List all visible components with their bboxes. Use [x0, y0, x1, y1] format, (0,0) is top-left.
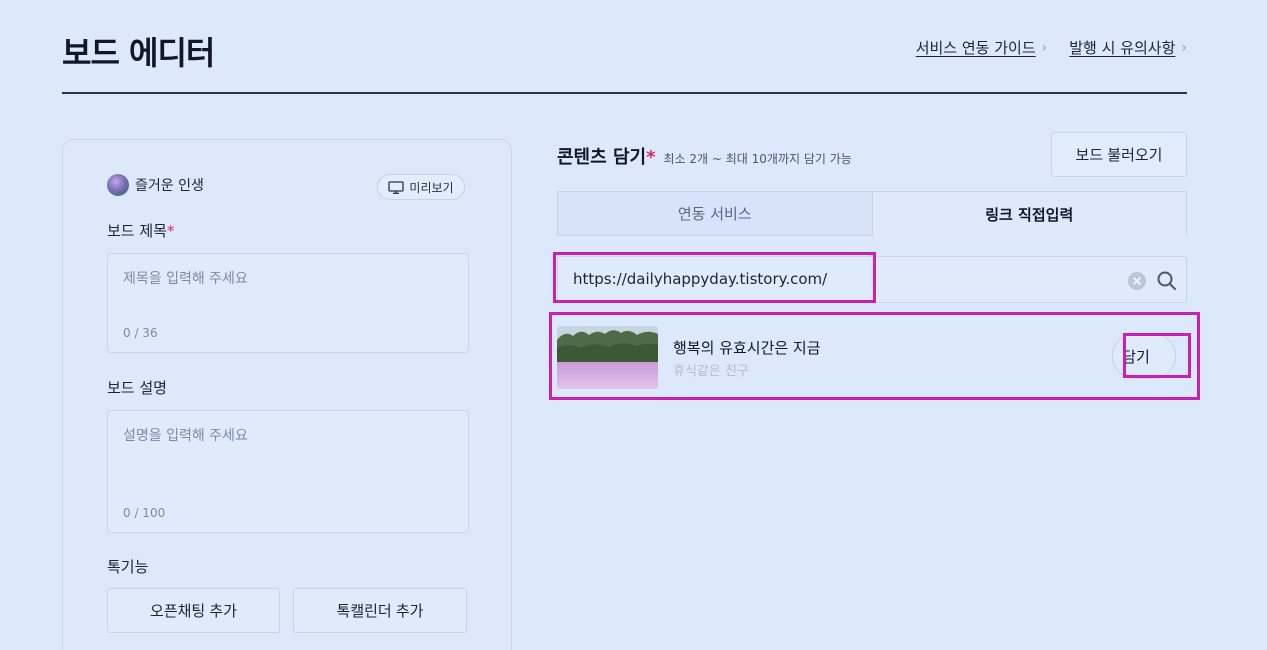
- contents-title-text: 콘텐츠 담기: [557, 147, 647, 168]
- clear-icon[interactable]: [1128, 272, 1146, 290]
- avatar: [107, 174, 129, 196]
- header-divider: [62, 92, 1187, 94]
- contents-tabs: 연동 서비스 링크 직접입력: [557, 191, 1187, 236]
- contents-title: 콘텐츠 담기*: [557, 143, 656, 169]
- board-title-placeholder: 제목을 입력해 주세요: [123, 271, 248, 287]
- page-title: 보드 에디터: [62, 34, 215, 72]
- add-open-chat-button[interactable]: 오픈채팅 추가: [107, 588, 280, 633]
- contents-heading: 콘텐츠 담기* 최소 2개 ~ 최대 10개까지 담기 가능: [557, 143, 852, 169]
- monitor-icon: [388, 180, 405, 194]
- required-mark: *: [166, 222, 175, 240]
- header-links: 서비스 연동 가이드 › 발행 시 유의사항 ›: [916, 37, 1187, 58]
- profile-name: 즐거운 인생: [135, 178, 204, 194]
- board-title-label-text: 보드 제목: [107, 222, 167, 240]
- publish-notice-label: 발행 시 유의사항: [1069, 39, 1176, 57]
- preview-button[interactable]: 미리보기: [377, 174, 465, 200]
- search-icon[interactable]: [1156, 270, 1178, 292]
- preview-label: 미리보기: [409, 180, 454, 195]
- tab-linked-services[interactable]: 연동 서비스: [557, 191, 872, 236]
- board-description-input[interactable]: 설명을 입력해 주세요 0 / 100: [107, 410, 469, 533]
- result-highlight-box: [549, 312, 1200, 400]
- add-talk-calendar-button[interactable]: 톡캘린더 추가: [293, 588, 467, 633]
- publish-notice-link[interactable]: 발행 시 유의사항 ›: [1069, 37, 1187, 58]
- chevron-right-icon: ›: [1181, 39, 1187, 56]
- add-button-highlight-box: [1123, 333, 1191, 378]
- url-highlight-box: [553, 252, 876, 303]
- board-editor-page: 보드 에디터 서비스 연동 가이드 › 발행 시 유의사항 › 즐거운 인생 미…: [0, 0, 1267, 650]
- service-guide-link[interactable]: 서비스 연동 가이드 ›: [916, 37, 1048, 58]
- contents-subtitle: 최소 2개 ~ 최대 10개까지 담기 가능: [663, 152, 852, 166]
- tab-direct-link[interactable]: 링크 직접입력: [871, 191, 1187, 236]
- profile: 즐거운 인생: [107, 174, 204, 196]
- chevron-right-icon: ›: [1041, 39, 1048, 56]
- board-description-placeholder: 설명을 입력해 주세요: [123, 428, 248, 444]
- board-description-count: 0 / 100: [123, 506, 166, 520]
- load-board-button[interactable]: 보드 불러오기: [1051, 132, 1187, 177]
- talk-features-label: 톡기능: [107, 558, 149, 576]
- required-mark: *: [646, 147, 656, 168]
- board-title-label: 보드 제목*: [107, 220, 174, 241]
- board-title-count: 0 / 36: [123, 326, 158, 340]
- board-editor-panel: 즐거운 인생 미리보기 보드 제목* 제목을 입력해 주세요 0 / 36 보드…: [62, 139, 512, 650]
- board-description-label: 보드 설명: [107, 379, 167, 397]
- service-guide-label: 서비스 연동 가이드: [915, 39, 1036, 57]
- board-title-input[interactable]: 제목을 입력해 주세요 0 / 36: [107, 253, 469, 353]
